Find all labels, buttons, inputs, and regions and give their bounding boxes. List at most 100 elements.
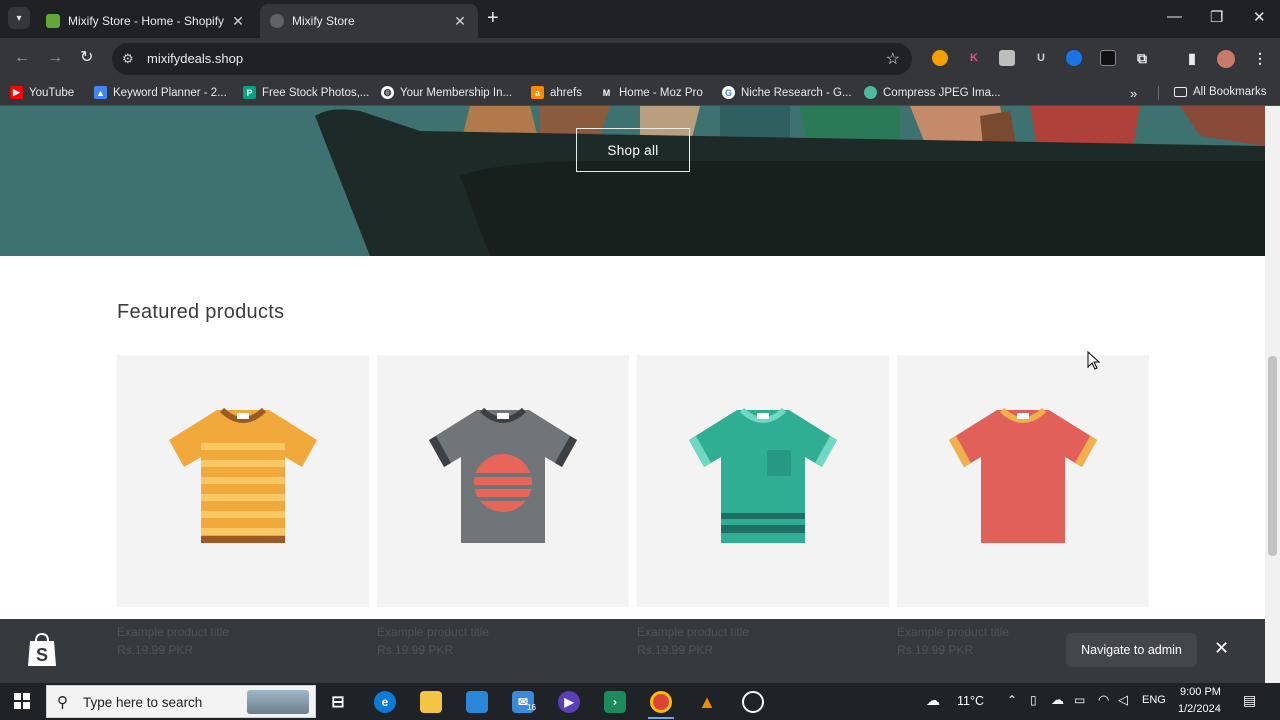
navigate-to-admin-button[interactable]: Navigate to admin bbox=[1066, 633, 1197, 667]
ghost-product-title: Example product title bbox=[117, 625, 230, 639]
scrollbar-thumb[interactable] bbox=[1268, 356, 1277, 556]
browser-tab-strip: ▾ Mixify Store - Home - Shopify ✕ Mixify… bbox=[0, 0, 1280, 38]
file-explorer-icon[interactable] bbox=[420, 691, 442, 713]
bookmark-compress-jpeg[interactable]: Compress JPEG Ima... bbox=[864, 86, 1001, 99]
search-highlight-image bbox=[247, 690, 309, 714]
store-icon[interactable] bbox=[466, 691, 488, 713]
bookmark-moz-pro[interactable]: M Home - Moz Pro bbox=[600, 86, 703, 99]
show-hidden-icons[interactable]: ⌃ bbox=[1007, 693, 1017, 707]
green-pocket-tshirt-image bbox=[689, 407, 837, 543]
google-ads-icon: ▲ bbox=[94, 86, 107, 99]
extensions-puzzle-icon[interactable]: ⧉ bbox=[1134, 50, 1150, 66]
tab-label: Mixify Store bbox=[292, 14, 355, 28]
tab-label: Mixify Store - Home - Shopify bbox=[68, 14, 225, 28]
shopify-bag-icon: S bbox=[28, 632, 56, 666]
bookmark-label: YouTube bbox=[29, 86, 75, 99]
new-tab-button[interactable]: + bbox=[487, 8, 499, 28]
language-indicator[interactable]: ENG bbox=[1142, 694, 1166, 706]
clock-time[interactable]: 9:00 PM bbox=[1180, 686, 1221, 698]
reload-icon[interactable]: ↻ bbox=[80, 50, 93, 66]
shopify-favicon-icon bbox=[46, 14, 60, 28]
ghost-product-price: Rs.19.99 PKR bbox=[897, 643, 974, 657]
edge-icon[interactable]: e bbox=[374, 691, 396, 713]
all-bookmarks-folder[interactable]: All Bookmarks bbox=[1174, 86, 1267, 98]
device-icon[interactable]: ▯ bbox=[1030, 693, 1037, 707]
ahrefs-icon: a bbox=[531, 86, 544, 99]
tab-search-button[interactable]: ▾ bbox=[8, 7, 30, 29]
product-card[interactable] bbox=[117, 355, 369, 607]
mail-badge: 16 bbox=[527, 703, 536, 712]
product-card[interactable] bbox=[897, 355, 1149, 607]
extension-u-icon[interactable]: U bbox=[1033, 50, 1049, 66]
address-bar[interactable]: ⚙ mixifydeals.shop ☆ bbox=[112, 43, 912, 75]
windows-start-icon[interactable] bbox=[14, 693, 30, 709]
shop-all-button[interactable]: Shop all bbox=[576, 128, 690, 172]
bookmark-label: Niche Research - G... bbox=[741, 86, 852, 99]
ghost-product-price: Rs.19.99 PKR bbox=[377, 643, 454, 657]
battery-icon[interactable]: ▭ bbox=[1074, 693, 1085, 707]
vlc-icon[interactable]: ▲ bbox=[696, 691, 718, 713]
tab-mixify-store[interactable]: Mixify Store ✕ bbox=[260, 4, 478, 38]
bookmark-ahrefs[interactable]: a ahrefs bbox=[531, 86, 582, 99]
notifications-icon[interactable]: ▤ bbox=[1243, 692, 1256, 709]
side-panel-icon[interactable]: ▮ bbox=[1184, 50, 1200, 66]
bookmark-niche-research[interactable]: G Niche Research - G... bbox=[722, 86, 852, 99]
more-bookmarks-icon[interactable]: » bbox=[1130, 86, 1137, 101]
bookmark-label: All Bookmarks bbox=[1193, 86, 1267, 98]
product-card[interactable] bbox=[377, 355, 629, 607]
media-player-icon[interactable]: ▶ bbox=[558, 691, 580, 713]
chrome-icon[interactable] bbox=[650, 691, 672, 713]
hero-banner: Shop all bbox=[0, 106, 1265, 256]
forward-icon[interactable]: → bbox=[47, 50, 63, 66]
extension-gray-icon[interactable] bbox=[999, 50, 1015, 66]
bookmark-label: Free Stock Photos,... bbox=[262, 86, 370, 99]
restore-icon[interactable]: ❐ bbox=[1210, 8, 1223, 26]
bookmark-membership[interactable]: ◍ Your Membership In... bbox=[381, 86, 512, 99]
wifi-icon[interactable]: ◠ bbox=[1098, 692, 1109, 708]
bookmark-label: Keyword Planner - 2... bbox=[113, 86, 227, 99]
weather-icon[interactable]: ☁ bbox=[926, 692, 940, 709]
extension-blue-icon[interactable] bbox=[1066, 50, 1082, 66]
close-tab-icon[interactable]: ✕ bbox=[230, 13, 246, 30]
onedrive-icon[interactable]: ☁ bbox=[1051, 692, 1064, 708]
close-tab-icon[interactable]: ✕ bbox=[452, 13, 468, 30]
bookmark-star-icon[interactable]: ☆ bbox=[886, 49, 900, 69]
windows-taskbar: ⚲ Type here to search ⊟ e ✉ 16 ▶ › ▲ ☁ 1… bbox=[0, 683, 1280, 720]
ghost-product-title: Example product title bbox=[897, 625, 1010, 639]
browser-menu-icon[interactable]: ⋮ bbox=[1252, 50, 1268, 66]
weather-temp[interactable]: 11°C bbox=[957, 694, 984, 708]
bookmark-youtube[interactable]: ▶ YouTube bbox=[10, 86, 74, 99]
minimize-icon[interactable]: — bbox=[1167, 8, 1182, 25]
product-card[interactable] bbox=[637, 355, 889, 607]
task-view-icon[interactable]: ⊟ bbox=[327, 691, 349, 713]
tab-mixify-admin[interactable]: Mixify Store - Home - Shopify ✕ bbox=[36, 4, 256, 38]
leaf-icon bbox=[864, 86, 877, 99]
ghost-product-price: Rs.19.99 PKR bbox=[117, 643, 194, 657]
taskbar-search-input[interactable]: ⚲ Type here to search bbox=[46, 685, 316, 718]
clock-date[interactable]: 1/2/2024 bbox=[1178, 703, 1221, 715]
page-scrollbar[interactable] bbox=[1265, 106, 1280, 683]
bookmark-keyword-planner[interactable]: ▲ Keyword Planner - 2... bbox=[94, 86, 227, 99]
globe-favicon-icon bbox=[270, 14, 284, 28]
volume-icon[interactable]: ◁ bbox=[1118, 692, 1128, 708]
store-page: Shop all Featured products bbox=[0, 106, 1265, 619]
ghost-product-price: Rs.19.99 PKR bbox=[637, 643, 714, 657]
bookmark-label: Compress JPEG Ima... bbox=[883, 86, 1001, 99]
bookmark-label: ahrefs bbox=[550, 86, 582, 99]
bookmark-free-stock-photos[interactable]: P Free Stock Photos,... bbox=[243, 86, 369, 99]
close-window-icon[interactable]: ✕ bbox=[1253, 8, 1266, 26]
extension-k-icon[interactable]: K bbox=[966, 50, 982, 66]
extension-dark-icon[interactable] bbox=[1100, 50, 1116, 66]
bookmarks-divider bbox=[1158, 86, 1159, 100]
extension-orange-icon[interactable] bbox=[932, 50, 948, 66]
screen-recorder-icon[interactable] bbox=[742, 691, 764, 713]
site-settings-icon[interactable]: ⚙ bbox=[122, 51, 134, 67]
bookmark-label: Your Membership In... bbox=[400, 86, 513, 99]
profile-avatar[interactable] bbox=[1217, 50, 1235, 68]
bookmark-label: Home - Moz Pro bbox=[619, 86, 703, 99]
shopify-admin-bar: S Example product title Rs.19.99 PKR Exa… bbox=[0, 619, 1265, 683]
back-icon[interactable]: ← bbox=[14, 50, 30, 66]
close-admin-bar-icon[interactable]: ✕ bbox=[1214, 639, 1229, 657]
app-green-icon[interactable]: › bbox=[604, 691, 626, 713]
url-text: mixifydeals.shop bbox=[147, 51, 244, 66]
